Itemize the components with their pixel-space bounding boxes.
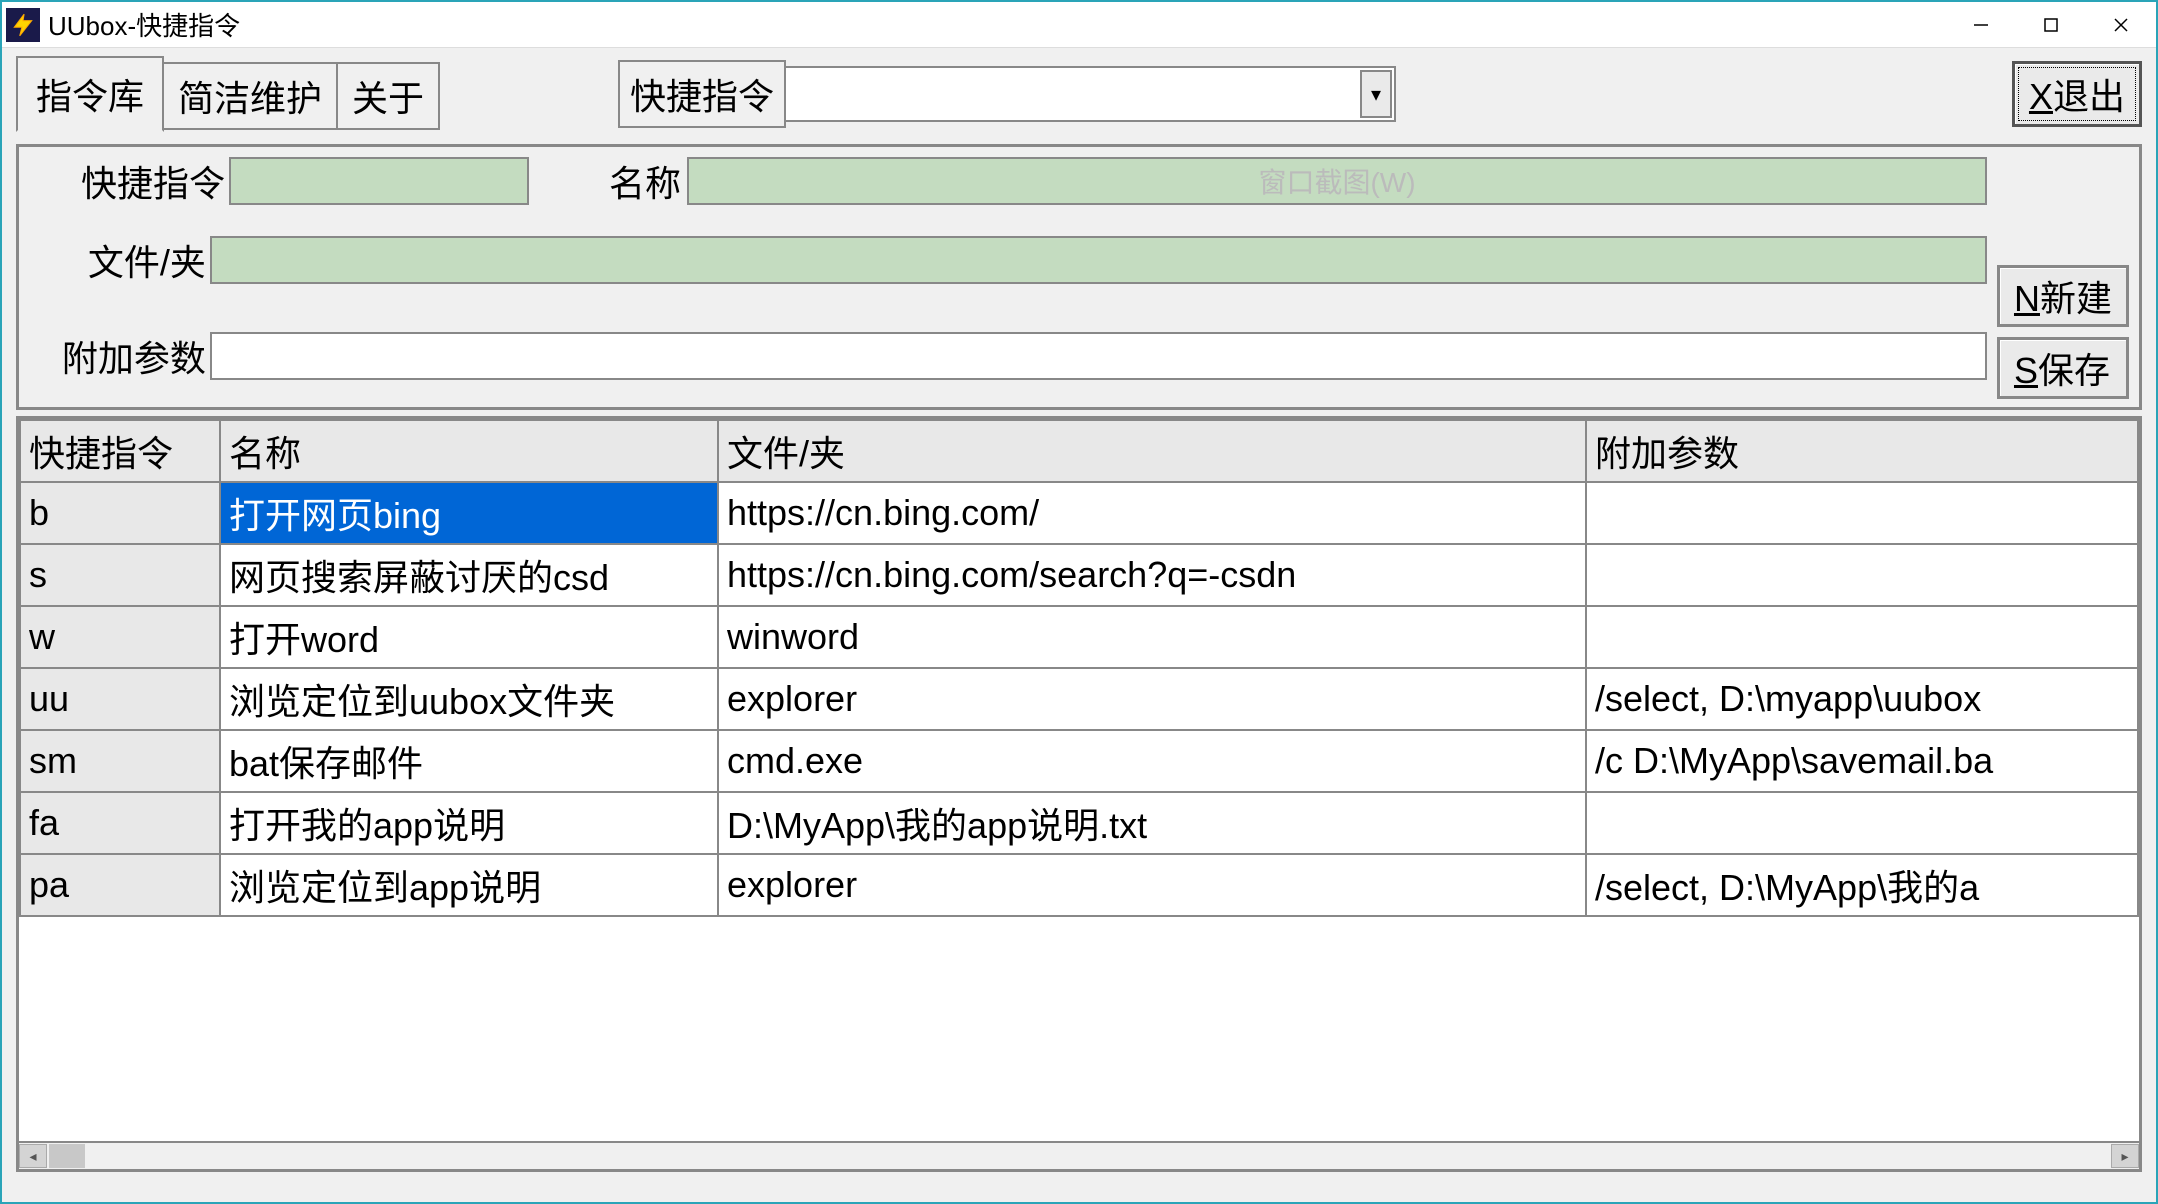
toolbar: 指令库 简洁维护 关于 快捷指令 X退出 [2, 48, 2156, 144]
cell-file[interactable]: explorer [718, 854, 1586, 916]
app-icon [6, 8, 40, 42]
tab-simple-maintain[interactable]: 简洁维护 [162, 62, 338, 130]
cmd-input[interactable] [229, 157, 529, 205]
cell-name[interactable]: 打开网页bing [220, 482, 718, 544]
scroll-thumb[interactable] [49, 1144, 85, 1168]
cell-name[interactable]: 浏览定位到app说明 [220, 854, 718, 916]
data-grid: 快捷指令 名称 文件/夹 附加参数 b打开网页binghttps://cn.bi… [16, 416, 2142, 1172]
quick-command-combo[interactable] [786, 66, 1396, 122]
cell-arg[interactable]: /c D:\MyApp\savemail.ba [1586, 730, 2138, 792]
exit-button[interactable]: X退出 [2012, 61, 2142, 127]
close-button[interactable] [2086, 2, 2156, 47]
cell-file[interactable]: explorer [718, 668, 1586, 730]
cell-name[interactable]: 网页搜索屏蔽讨厌的csd [220, 544, 718, 606]
horizontal-scrollbar[interactable]: ◂ ▸ [19, 1141, 2139, 1169]
cell-name[interactable]: 打开word [220, 606, 718, 668]
cmd-label: 快捷指令 [29, 155, 229, 207]
tab-command-library[interactable]: 指令库 [16, 56, 164, 132]
cell-arg[interactable] [1586, 544, 2138, 606]
save-button[interactable]: S保存 [1997, 337, 2129, 399]
cell-name[interactable]: bat保存邮件 [220, 730, 718, 792]
maximize-button[interactable] [2016, 2, 2086, 47]
table-row[interactable]: fa打开我的app说明D:\MyApp\我的app说明.txt [20, 792, 2138, 854]
table-row[interactable]: pa浏览定位到app说明explorer/select, D:\MyApp\我的… [20, 854, 2138, 916]
table-row[interactable]: uu浏览定位到uubox文件夹explorer/select, D:\myapp… [20, 668, 2138, 730]
new-button[interactable]: N新建 [1997, 265, 2129, 327]
file-input[interactable] [210, 236, 1987, 284]
cell-arg[interactable] [1586, 606, 2138, 668]
file-label: 文件/夹 [29, 234, 210, 286]
form-panel: 快捷指令 名称 窗口截图(W) 文件/夹 附加参数 N新建 S保存 [16, 144, 2142, 410]
cell-arg[interactable]: /select, D:\myapp\uubox [1586, 668, 2138, 730]
cell-name[interactable]: 浏览定位到uubox文件夹 [220, 668, 718, 730]
chevron-down-icon[interactable] [1360, 70, 1392, 118]
scroll-right-icon[interactable]: ▸ [2111, 1144, 2139, 1168]
cell-cmd[interactable]: sm [20, 730, 220, 792]
table-row[interactable]: w打开wordwinword [20, 606, 2138, 668]
cell-cmd[interactable]: w [20, 606, 220, 668]
arg-label: 附加参数 [29, 330, 210, 382]
header-name[interactable]: 名称 [220, 420, 718, 482]
cell-arg[interactable] [1586, 482, 2138, 544]
combo-label: 快捷指令 [618, 60, 786, 128]
cell-cmd[interactable]: uu [20, 668, 220, 730]
cell-cmd[interactable]: b [20, 482, 220, 544]
arg-input[interactable] [210, 332, 1987, 380]
cell-file[interactable]: cmd.exe [718, 730, 1586, 792]
name-watermark: 窗口截图(W) [1258, 161, 1415, 201]
grid-header-row: 快捷指令 名称 文件/夹 附加参数 [20, 420, 2138, 482]
table-row[interactable]: smbat保存邮件cmd.exe/c D:\MyApp\savemail.ba [20, 730, 2138, 792]
cell-cmd[interactable]: pa [20, 854, 220, 916]
cell-file[interactable]: https://cn.bing.com/search?q=-csdn [718, 544, 1586, 606]
scroll-left-icon[interactable]: ◂ [19, 1144, 47, 1168]
titlebar: UUbox-快捷指令 [2, 2, 2156, 48]
header-arg[interactable]: 附加参数 [1586, 420, 2138, 482]
name-input[interactable]: 窗口截图(W) [687, 157, 1987, 205]
cell-cmd[interactable]: s [20, 544, 220, 606]
tab-about[interactable]: 关于 [336, 62, 440, 130]
cell-arg[interactable]: /select, D:\MyApp\我的a [1586, 854, 2138, 916]
name-label: 名称 [609, 155, 681, 207]
header-file[interactable]: 文件/夹 [718, 420, 1586, 482]
cell-file[interactable]: D:\MyApp\我的app说明.txt [718, 792, 1586, 854]
header-cmd[interactable]: 快捷指令 [20, 420, 220, 482]
window-title: UUbox-快捷指令 [48, 6, 1946, 43]
cell-arg[interactable] [1586, 792, 2138, 854]
cell-file[interactable]: https://cn.bing.com/ [718, 482, 1586, 544]
table-row[interactable]: s网页搜索屏蔽讨厌的csdhttps://cn.bing.com/search?… [20, 544, 2138, 606]
minimize-button[interactable] [1946, 2, 2016, 47]
cell-cmd[interactable]: fa [20, 792, 220, 854]
table-row[interactable]: b打开网页binghttps://cn.bing.com/ [20, 482, 2138, 544]
cell-file[interactable]: winword [718, 606, 1586, 668]
cell-name[interactable]: 打开我的app说明 [220, 792, 718, 854]
